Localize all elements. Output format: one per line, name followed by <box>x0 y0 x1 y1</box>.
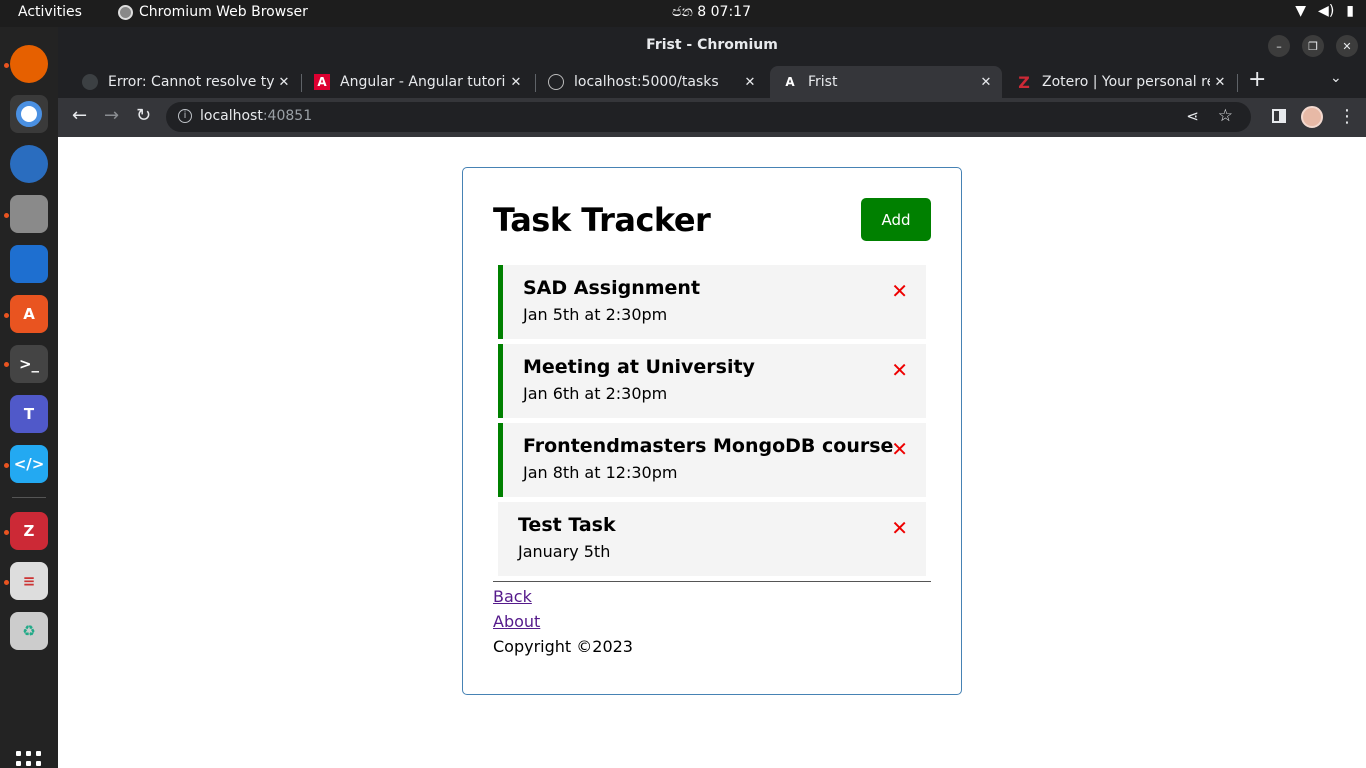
tab-label: Error: Cannot resolve typ <box>108 74 274 90</box>
tab-label: localhost:5000/tasks <box>574 74 719 90</box>
close-window-icon[interactable]: ✕ <box>1336 35 1358 57</box>
task-title: Frontendmasters MongoDB course <box>523 435 894 457</box>
page-footer: Back About Copyright ©2023 <box>493 581 931 660</box>
browser-toolbar: ← → ↻ i localhost:40851 ⋖ ☆ ⋮ <box>58 98 1366 137</box>
task-item[interactable]: Test Task January 5th ✕ <box>498 502 926 576</box>
trash-icon[interactable]: ♻ <box>10 612 48 650</box>
teams-icon[interactable]: T <box>10 395 48 433</box>
chromium-icon <box>118 4 133 20</box>
tab-label: Frist <box>808 74 838 90</box>
volume-icon: ◀) <box>1318 3 1335 19</box>
running-indicator <box>4 213 9 218</box>
running-indicator <box>4 530 9 535</box>
firefox-icon[interactable] <box>10 45 48 83</box>
task-tracker-container: Task Tracker Add SAD Assignment Jan 5th … <box>462 167 962 695</box>
tab-strip: Error: Cannot resolve typ ✕ A Angular - … <box>58 64 1366 98</box>
running-indicator <box>4 463 9 468</box>
task-title: Test Task <box>518 514 616 536</box>
thunderbird-icon[interactable] <box>10 145 48 183</box>
github-icon <box>82 74 98 90</box>
close-tab-icon[interactable]: ✕ <box>506 75 526 90</box>
writer-icon[interactable] <box>10 245 48 283</box>
vscode-icon[interactable]: </> <box>10 445 48 483</box>
tab-error[interactable]: Error: Cannot resolve typ ✕ <box>70 66 300 98</box>
tab-search-chevron-icon[interactable]: ⌄ <box>1330 70 1342 86</box>
dock: A >_ T </> Z ≡ ♻ <box>0 27 58 768</box>
profile-avatar[interactable] <box>1301 106 1323 128</box>
minimize-icon[interactable]: – <box>1268 35 1290 57</box>
tab-label: Zotero | Your personal re <box>1042 74 1210 90</box>
close-tab-icon[interactable]: ✕ <box>274 75 294 90</box>
back-arrow-icon[interactable]: ← <box>72 106 87 126</box>
address-bar[interactable]: i localhost:40851 ⋖ ☆ <box>166 102 1251 132</box>
maximize-icon[interactable]: ❐ <box>1302 35 1324 57</box>
back-link[interactable]: Back <box>493 585 931 610</box>
software-center-icon[interactable]: A <box>10 295 48 333</box>
delete-task-icon[interactable]: ✕ <box>891 437 908 461</box>
running-indicator <box>4 580 9 585</box>
document-viewer-icon[interactable]: ≡ <box>10 562 48 600</box>
zotero-icon: Z <box>1018 72 1030 92</box>
task-item[interactable]: Frontendmasters MongoDB course Jan 8th a… <box>498 423 926 497</box>
window-title: Frist - Chromium <box>646 37 778 53</box>
window-titlebar: Frist - Chromium – ❐ ✕ <box>58 27 1366 64</box>
show-apps-icon[interactable] <box>16 751 42 768</box>
tab-zotero[interactable]: Z Zotero | Your personal re ✕ <box>1004 66 1236 98</box>
wifi-icon: ▼ <box>1295 3 1307 19</box>
task-item[interactable]: Meeting at University Jan 6th at 2:30pm … <box>498 344 926 418</box>
tab-label: Angular - Angular tutoria <box>340 74 506 90</box>
running-indicator <box>4 313 9 318</box>
system-tray[interactable]: ▼ ◀) ▮ <box>1295 3 1354 19</box>
task-day: Jan 8th at 12:30pm <box>523 463 678 482</box>
app-name: Chromium Web Browser <box>139 4 308 20</box>
battery-icon: ▮ <box>1346 3 1354 19</box>
page-viewport: Task Tracker Add SAD Assignment Jan 5th … <box>58 137 1366 768</box>
delete-task-icon[interactable]: ✕ <box>891 358 908 382</box>
url-text[interactable]: localhost:40851 <box>200 108 312 124</box>
delete-task-icon[interactable]: ✕ <box>891 279 908 303</box>
app-header: Task Tracker Add <box>493 198 931 241</box>
reload-icon[interactable]: ↻ <box>136 106 151 126</box>
dock-separator <box>12 497 46 498</box>
task-item[interactable]: SAD Assignment Jan 5th at 2:30pm ✕ <box>498 265 926 339</box>
tab-angular[interactable]: A Angular - Angular tutoria ✕ <box>302 66 532 98</box>
task-day: Jan 6th at 2:30pm <box>523 384 668 403</box>
running-indicator <box>4 63 9 68</box>
add-task-button[interactable]: Add <box>861 198 931 241</box>
forward-arrow-icon[interactable]: → <box>104 106 119 126</box>
globe-icon <box>548 74 564 90</box>
app-menu[interactable]: Chromium Web Browser <box>118 4 308 20</box>
tab-localhost-tasks[interactable]: localhost:5000/tasks ✕ <box>536 66 766 98</box>
terminal-icon[interactable]: >_ <box>10 345 48 383</box>
system-top-bar: Activities Chromium Web Browser ජන 8 07:… <box>0 0 1366 27</box>
close-tab-icon[interactable]: ✕ <box>740 75 760 90</box>
task-day: Jan 5th at 2:30pm <box>523 305 668 324</box>
share-icon[interactable]: ⋖ <box>1186 107 1199 125</box>
bookmark-star-icon[interactable]: ☆ <box>1218 106 1233 126</box>
zotero-icon[interactable]: Z <box>10 512 48 550</box>
running-indicator <box>4 362 9 367</box>
delete-task-icon[interactable]: ✕ <box>891 516 908 540</box>
task-day: January 5th <box>518 542 611 561</box>
site-info-icon[interactable]: i <box>178 109 192 123</box>
task-title: SAD Assignment <box>523 277 701 299</box>
new-tab-icon[interactable]: + <box>1248 69 1266 91</box>
close-tab-icon[interactable]: ✕ <box>1210 75 1230 90</box>
angular-icon: A <box>785 75 795 89</box>
chromium-dock-icon[interactable] <box>10 95 48 133</box>
close-tab-icon[interactable]: ✕ <box>976 75 996 90</box>
page-title: Task Tracker <box>493 200 711 239</box>
side-panel-icon[interactable] <box>1272 109 1286 123</box>
copyright-text: Copyright ©2023 <box>493 637 633 656</box>
clock[interactable]: ජන 8 07:17 <box>672 4 751 20</box>
about-link[interactable]: About <box>493 610 931 635</box>
angular-icon: A <box>314 74 330 90</box>
activities-button[interactable]: Activities <box>18 4 82 20</box>
menu-kebab-icon[interactable]: ⋮ <box>1338 106 1356 127</box>
task-title: Meeting at University <box>523 356 755 378</box>
files-icon[interactable] <box>10 195 48 233</box>
tab-frist[interactable]: A Frist ✕ <box>770 66 1002 98</box>
